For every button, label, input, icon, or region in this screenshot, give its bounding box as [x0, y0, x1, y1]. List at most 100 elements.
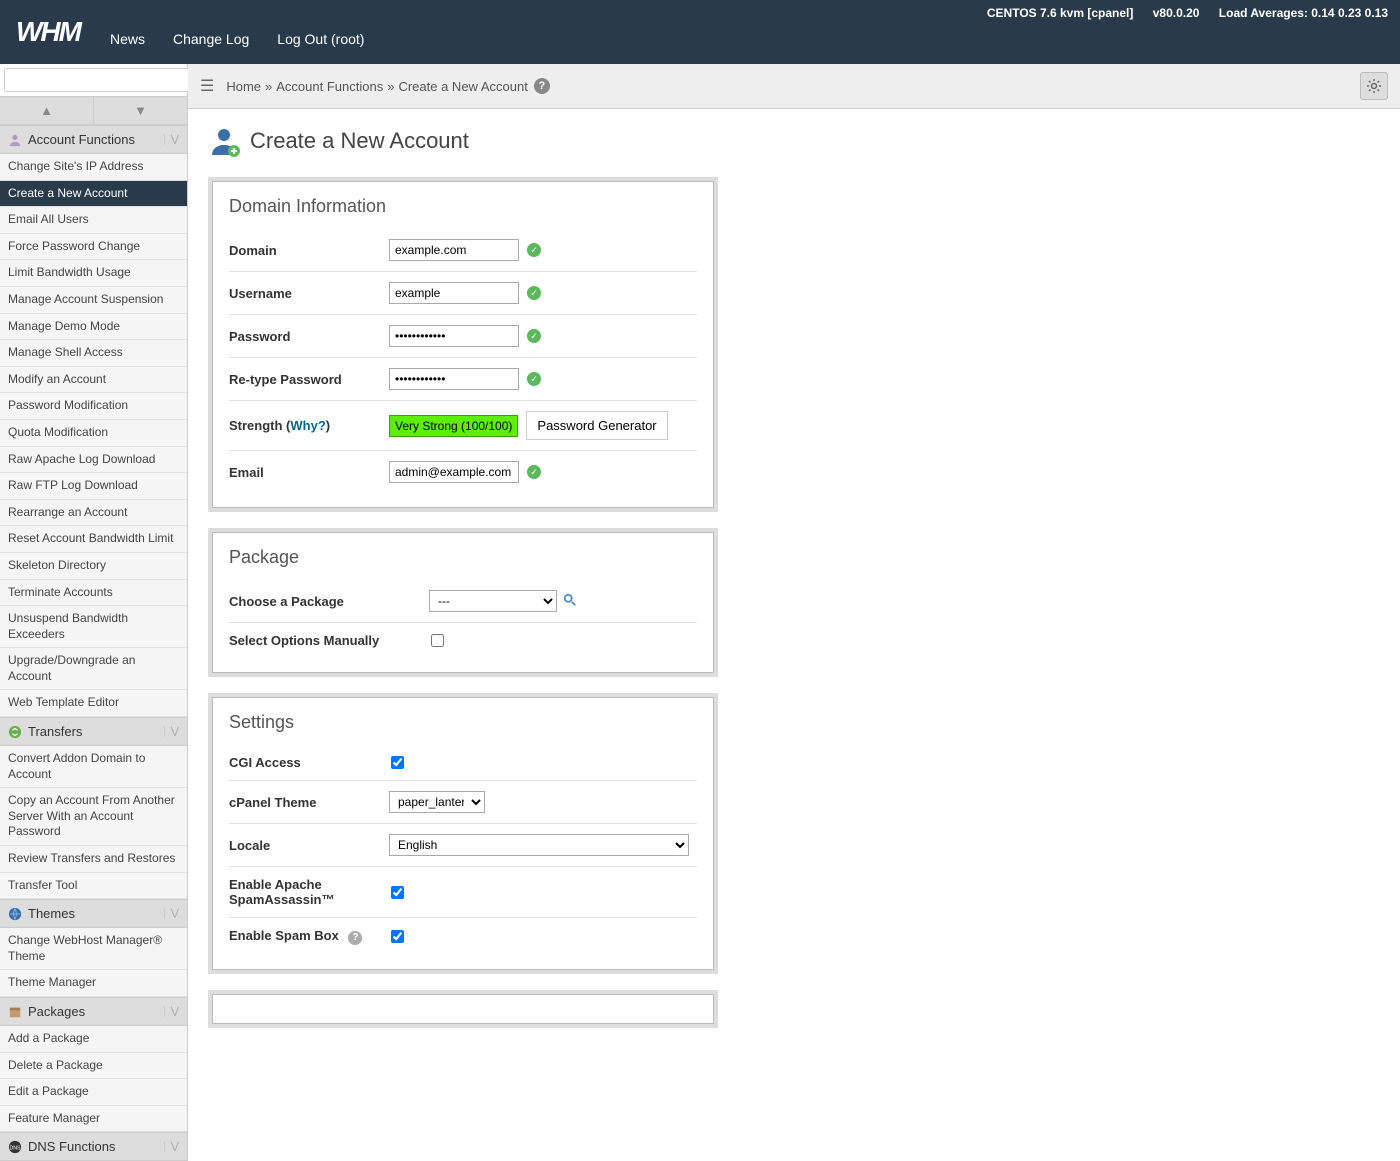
label-retype: Re-type Password [229, 372, 389, 387]
page-title: Create a New Account [250, 128, 469, 154]
chevron-down-icon: ⋁ [164, 134, 179, 145]
settings-button[interactable] [1360, 72, 1388, 100]
category-transfers[interactable]: Transfers ⋁ [0, 717, 187, 746]
sidebar-item-theme-manager[interactable]: Theme Manager [0, 970, 187, 997]
help-icon[interactable]: ? [534, 78, 550, 94]
chevron-down-icon: ⋁ [164, 908, 179, 919]
package-select[interactable]: --- [429, 590, 557, 612]
check-icon: ✓ [527, 286, 541, 300]
category-account-functions[interactable]: Account Functions ⋁ [0, 125, 187, 154]
row-locale: Locale English [229, 824, 697, 867]
sidebar-item-manage-demo[interactable]: Manage Demo Mode [0, 314, 187, 341]
label-strength: Strength (Why?) [229, 418, 389, 433]
check-icon: ✓ [527, 243, 541, 257]
sidebar-item-raw-apache[interactable]: Raw Apache Log Download [0, 447, 187, 474]
locale-select[interactable]: English [389, 834, 689, 856]
sidebar-item-convert-addon[interactable]: Convert Addon Domain to Account [0, 746, 187, 788]
sidebar: ▲ ▼ Account Functions ⋁ Change Site's IP… [0, 64, 188, 1161]
breadcrumb-home[interactable]: Home [226, 79, 261, 94]
packages-list: Add a Package Delete a Package Edit a Pa… [0, 1026, 187, 1132]
label-domain: Domain [229, 243, 389, 258]
settings-panel: Settings CGI Access cPanel Theme paper_l… [208, 693, 718, 974]
row-retype: Re-type Password ✓ [229, 358, 697, 401]
server-status: CENTOS 7.6 kvm [cpanel] v80.0.20 Load Av… [971, 6, 1388, 20]
theme-select[interactable]: paper_lantern [389, 791, 485, 813]
sidebar-item-reset-bandwidth[interactable]: Reset Account Bandwidth Limit [0, 526, 187, 553]
sidebar-item-skeleton[interactable]: Skeleton Directory [0, 553, 187, 580]
label-username: Username [229, 286, 389, 301]
package-icon [8, 1005, 22, 1019]
sidebar-item-raw-ftp[interactable]: Raw FTP Log Download [0, 473, 187, 500]
sidebar-item-add-package[interactable]: Add a Package [0, 1026, 187, 1053]
search-input[interactable] [4, 68, 191, 92]
password-field[interactable] [389, 325, 519, 347]
help-icon[interactable]: ? [348, 931, 362, 945]
transfer-icon [8, 725, 22, 739]
why-link[interactable]: Why? [290, 418, 325, 433]
email-field[interactable] [389, 461, 519, 483]
sidebar-item-manage-suspension[interactable]: Manage Account Suspension [0, 287, 187, 314]
sidebar-item-terminate[interactable]: Terminate Accounts [0, 580, 187, 607]
sidebar-item-rearrange[interactable]: Rearrange an Account [0, 500, 187, 527]
category-packages[interactable]: Packages ⋁ [0, 997, 187, 1026]
spambox-checkbox[interactable] [391, 930, 404, 943]
sidebar-item-delete-package[interactable]: Delete a Package [0, 1053, 187, 1080]
label-email: Email [229, 465, 389, 480]
category-label: Transfers [28, 724, 82, 739]
label-choose-package: Choose a Package [229, 594, 429, 609]
sidebar-item-change-whm-theme[interactable]: Change WebHost Manager® Theme [0, 928, 187, 970]
sidebar-item-edit-package[interactable]: Edit a Package [0, 1079, 187, 1106]
dns-icon: DNS [8, 1140, 22, 1154]
sidebar-item-manage-shell[interactable]: Manage Shell Access [0, 340, 187, 367]
strength-badge: Very Strong (100/100) [389, 415, 518, 437]
sidebar-item-web-template[interactable]: Web Template Editor [0, 690, 187, 717]
content-area: Create a New Account Domain Information … [188, 109, 1400, 1060]
username-field[interactable] [389, 282, 519, 304]
retype-password-field[interactable] [389, 368, 519, 390]
sidebar-item-email-all[interactable]: Email All Users [0, 207, 187, 234]
nav-collapse-down[interactable]: ▼ [93, 97, 187, 124]
sidebar-item-quota-mod[interactable]: Quota Modification [0, 420, 187, 447]
password-generator-button[interactable]: Password Generator [526, 411, 667, 440]
sidebar-item-feature-manager[interactable]: Feature Manager [0, 1106, 187, 1133]
breadcrumb-section[interactable]: Account Functions [276, 79, 383, 94]
sidebar-item-transfer-tool[interactable]: Transfer Tool [0, 873, 187, 900]
chevron-down-icon: ⋁ [164, 726, 179, 737]
chevron-down-icon: ⋁ [164, 1006, 179, 1017]
sidebar-item-change-ip[interactable]: Change Site's IP Address [0, 154, 187, 181]
version-info: v80.0.20 [1153, 6, 1200, 20]
sidebar-item-modify-account[interactable]: Modify an Account [0, 367, 187, 394]
label-select-manually: Select Options Manually [229, 633, 429, 648]
sidebar-item-upgrade[interactable]: Upgrade/Downgrade an Account [0, 648, 187, 690]
sidebar-item-review-transfers[interactable]: Review Transfers and Restores [0, 846, 187, 873]
domain-field[interactable] [389, 239, 519, 261]
sidebar-item-create-account[interactable]: Create a New Account [0, 181, 187, 208]
row-password: Password ✓ [229, 315, 697, 358]
nav-changelog[interactable]: Change Log [159, 21, 263, 57]
select-manually-checkbox[interactable] [431, 634, 444, 647]
sidebar-item-limit-bandwidth[interactable]: Limit Bandwidth Usage [0, 260, 187, 287]
nav-news[interactable]: News [96, 21, 159, 57]
category-themes[interactable]: Themes ⋁ [0, 899, 187, 928]
sidebar-item-copy-account[interactable]: Copy an Account From Another Server With… [0, 788, 187, 846]
create-account-icon [208, 125, 240, 157]
nav-logout[interactable]: Log Out (root) [263, 21, 378, 57]
search-package-icon[interactable] [563, 593, 577, 610]
breadcrumb-current: Create a New Account [398, 79, 527, 94]
category-dns-functions[interactable]: DNS DNS Functions ⋁ [0, 1132, 187, 1161]
themes-list: Change WebHost Manager® Theme Theme Mana… [0, 928, 187, 997]
separator: » [265, 79, 272, 94]
cgi-checkbox[interactable] [391, 756, 404, 769]
search-row [0, 64, 187, 97]
sidebar-item-force-password[interactable]: Force Password Change [0, 234, 187, 261]
separator: » [387, 79, 394, 94]
sidebar-toggle-icon[interactable]: ☰ [200, 76, 214, 96]
category-label: DNS Functions [28, 1139, 115, 1154]
sidebar-item-password-mod[interactable]: Password Modification [0, 393, 187, 420]
nav-collapse-up[interactable]: ▲ [0, 97, 93, 124]
spamassassin-checkbox[interactable] [391, 886, 404, 899]
sidebar-item-unsuspend[interactable]: Unsuspend Bandwidth Exceeders [0, 606, 187, 648]
row-select-manually: Select Options Manually [229, 623, 697, 658]
gear-icon [1366, 78, 1382, 94]
category-label: Themes [28, 906, 75, 921]
